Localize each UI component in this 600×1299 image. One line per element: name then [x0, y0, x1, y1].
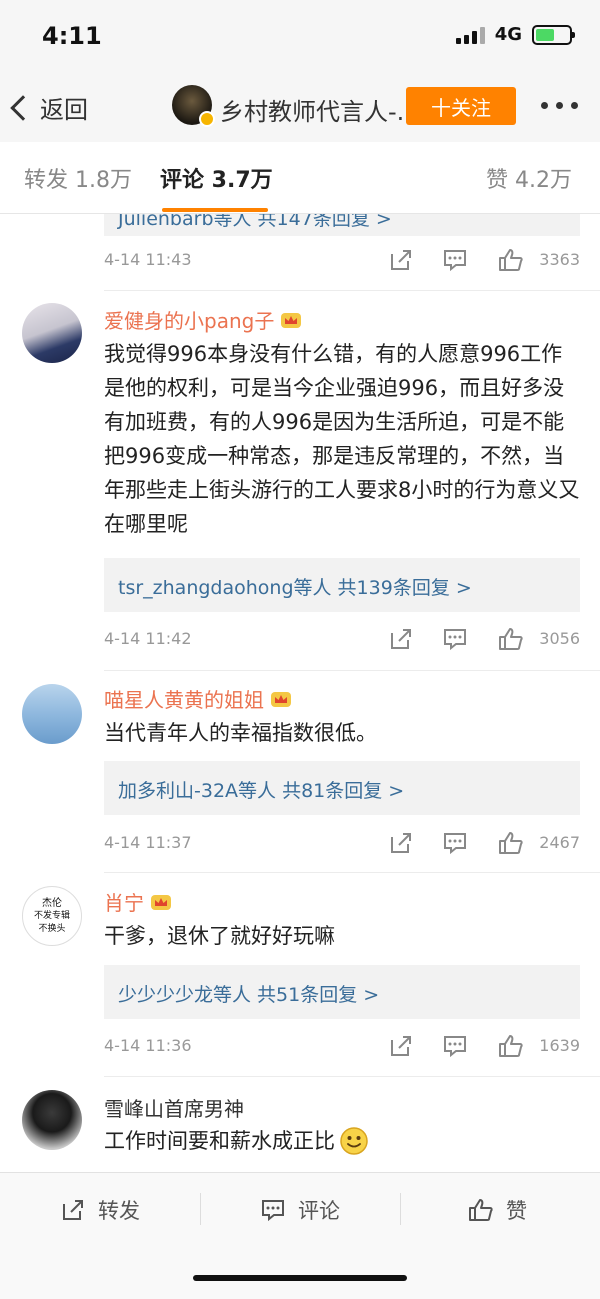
like-button[interactable]: 赞: [468, 1195, 527, 1225]
comment-divider: [104, 1076, 600, 1077]
like-icon[interactable]: [498, 831, 524, 855]
status-time: 4:11: [42, 22, 102, 50]
crown-badge-icon: [281, 312, 302, 328]
comment-icon[interactable]: [442, 1034, 468, 1058]
avatar[interactable]: [22, 303, 82, 363]
comment-divider: [104, 670, 600, 671]
comment-icon[interactable]: [442, 627, 468, 651]
comment-time: 4-14 11:43: [104, 250, 192, 269]
follow-button[interactable]: 十关注: [406, 87, 516, 125]
like-count: 3056: [539, 629, 580, 648]
like-count: 2467: [539, 833, 580, 852]
battery-icon: [532, 24, 575, 45]
repost-button[interactable]: 转发: [60, 1195, 140, 1225]
comment-divider: [104, 872, 600, 873]
comment-meta: 4-14 11:37 2467: [104, 829, 580, 859]
comment-text: 当代青年人的幸福指数很低。: [104, 721, 377, 745]
like-count: 3363: [539, 250, 580, 269]
bottom-bar-divider: [400, 1193, 401, 1225]
comment-text: 我觉得996本身没有什么错，有的人愿意996工作是他的权利，可是当今企业强迫99…: [104, 342, 580, 536]
reply-summary[interactable]: 加多利山-32A等人 共81条回复 >: [104, 761, 580, 815]
comment-username[interactable]: 喵星人黄黄的姐姐: [104, 684, 292, 713]
reply-summary[interactable]: 少少少少龙等人 共51条回复 >: [104, 965, 580, 1019]
status-bar: 4:11 4G: [0, 0, 600, 76]
comment-text: 工作时间要和薪水成正比: [104, 1124, 580, 1158]
share-icon: [63, 1200, 83, 1220]
comment-username[interactable]: 雪峰山首席男神: [104, 1093, 244, 1122]
bottom-bar-divider: [200, 1193, 201, 1225]
tab-bar: 转发 1.8万 评论 3.7万 赞 4.2万: [0, 142, 600, 214]
comment-username[interactable]: 肖宁: [104, 887, 172, 916]
smile-emoji-icon: [340, 1127, 368, 1155]
comment-icon: [262, 1200, 284, 1222]
like-icon: [469, 1199, 493, 1221]
verified-badge-icon: [199, 111, 215, 127]
avatar[interactable]: [22, 684, 82, 744]
comment-meta: 4-14 11:42 3056: [104, 625, 580, 655]
comment-icon[interactable]: [442, 248, 468, 272]
crown-badge-icon: [271, 691, 291, 707]
comment-divider: [104, 290, 600, 291]
back-label: 返回: [40, 96, 88, 124]
tab-like[interactable]: 赞 4.2万: [486, 162, 572, 194]
signal-icon: [455, 26, 485, 44]
tab-comment[interactable]: 评论 3.7万: [160, 162, 273, 194]
tab-repost[interactable]: 转发 1.8万: [24, 162, 132, 194]
comment-time: 4-14 11:36: [104, 1036, 192, 1055]
reply-summary-partial[interactable]: Julienbarb等人 共147条回复 >: [104, 214, 580, 236]
comment-username[interactable]: 爱健身的小pang子: [104, 305, 302, 334]
share-icon[interactable]: [388, 248, 414, 272]
crown-badge-icon: [151, 894, 171, 910]
comment-button[interactable]: 评论: [260, 1195, 340, 1225]
status-indicators: 4G: [455, 24, 575, 45]
account-avatar[interactable]: [172, 85, 215, 127]
comment-icon[interactable]: [442, 831, 468, 855]
comment-text: 干爹，退休了就好好玩嘛: [104, 924, 335, 948]
share-icon[interactable]: [388, 1034, 414, 1058]
reply-summary[interactable]: tsr_zhangdaohong等人 共139条回复 >: [104, 558, 580, 612]
nav-title[interactable]: 乡村教师代言人-...: [220, 92, 420, 127]
back-button[interactable]: 返回: [10, 90, 88, 125]
comment-time: 4-14 11:37: [104, 833, 192, 852]
home-indicator[interactable]: [193, 1275, 407, 1281]
more-icon[interactable]: [541, 102, 578, 109]
comment-meta: 4-14 11:43 3363: [104, 246, 580, 276]
share-icon[interactable]: [388, 627, 414, 651]
tab-active-indicator: [162, 208, 268, 212]
avatar[interactable]: 杰伦 不发专辑 不换头: [22, 886, 82, 946]
comment-time: 4-14 11:42: [104, 629, 192, 648]
like-icon[interactable]: [498, 627, 524, 651]
avatar[interactable]: [22, 1090, 82, 1150]
network-label: 4G: [494, 24, 522, 45]
share-icon[interactable]: [388, 831, 414, 855]
nav-bar: 返回 乡村教师代言人-... 十关注: [0, 76, 600, 142]
comment-meta: 4-14 11:36 1639: [104, 1032, 580, 1062]
like-count: 1639: [539, 1036, 580, 1055]
like-icon[interactable]: [498, 248, 524, 272]
back-chevron-icon: [10, 94, 36, 121]
like-icon[interactable]: [498, 1034, 524, 1058]
